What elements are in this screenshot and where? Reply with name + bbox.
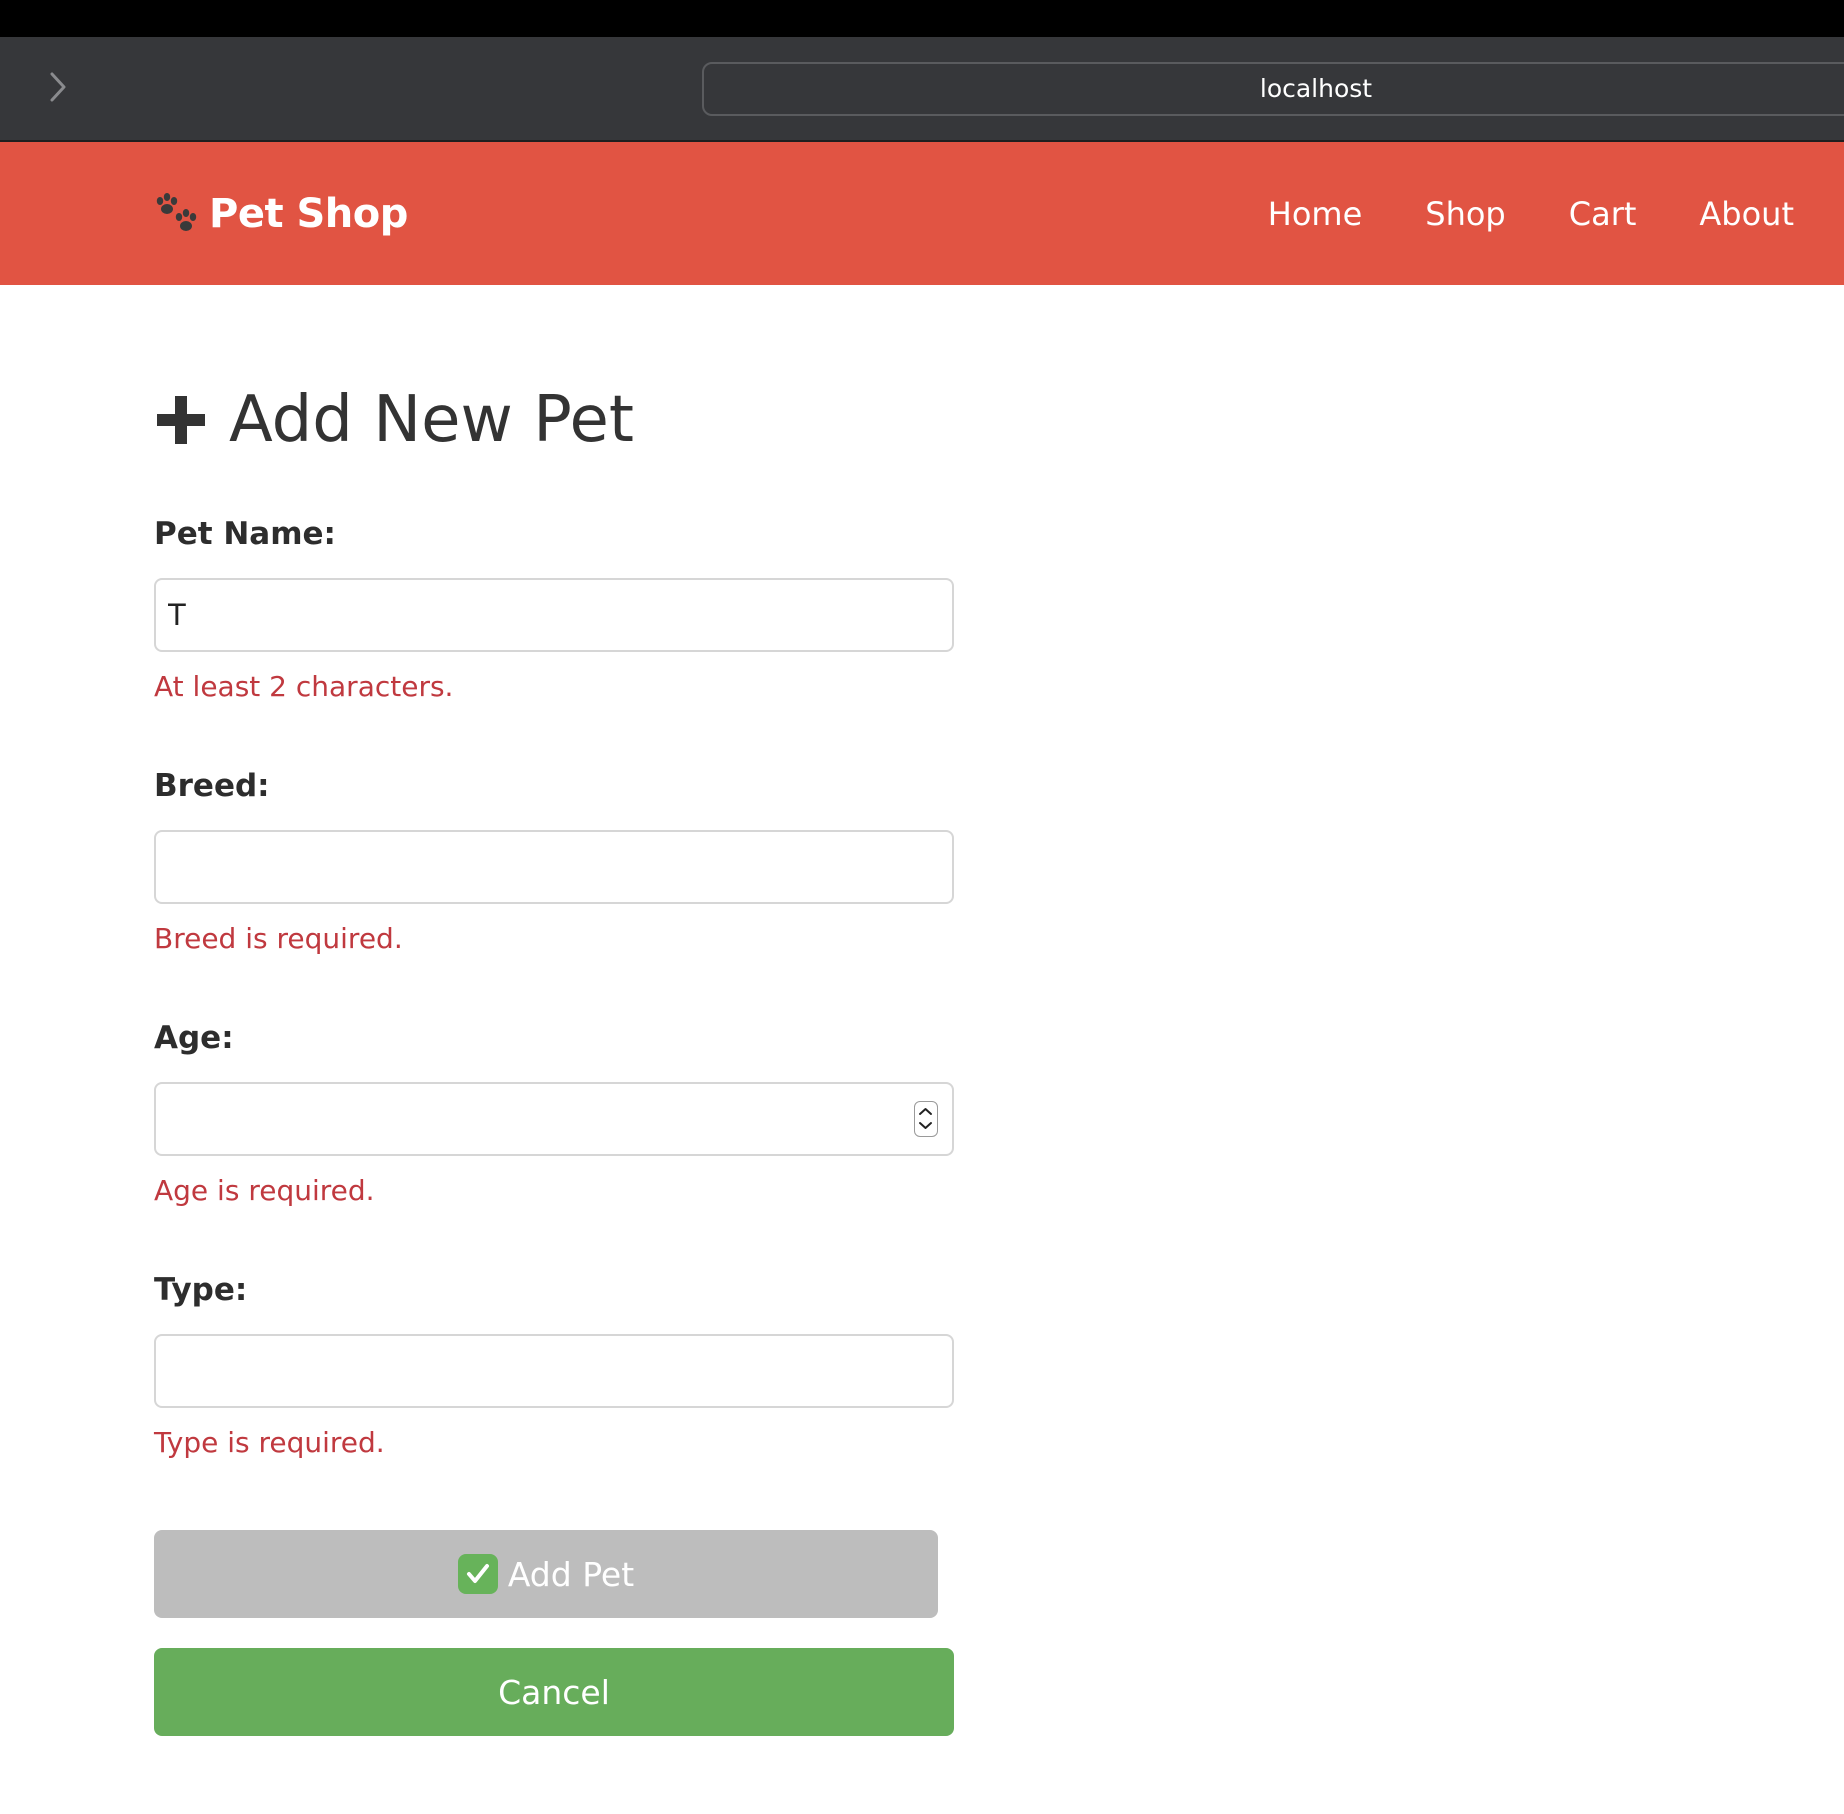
nav-link-shop[interactable]: Shop [1425, 195, 1505, 233]
type-error: Type is required. [154, 1426, 385, 1459]
window-top-strip [0, 0, 1844, 37]
plus-icon [157, 396, 205, 444]
nav-link-about[interactable]: About [1699, 195, 1794, 233]
age-stepper[interactable] [914, 1101, 938, 1137]
nav-link-cart[interactable]: Cart [1569, 195, 1637, 233]
nav-link-home[interactable]: Home [1268, 195, 1363, 233]
paw-prints-icon [156, 192, 197, 231]
nav-links: Home Shop Cart About [1205, 142, 1794, 285]
add-pet-button-label: Add Pet [507, 1554, 635, 1594]
page-title-text: Add New Pet [229, 383, 634, 457]
address-text: localhost [1259, 74, 1373, 103]
age-label: Age: [154, 1020, 234, 1056]
check-mark-button-icon [457, 1554, 498, 1594]
cancel-button[interactable]: Cancel [154, 1648, 954, 1736]
breed-error: Breed is required. [154, 922, 403, 955]
page-title: Add New Pet [155, 380, 634, 460]
age-input[interactable] [154, 1082, 954, 1156]
breed-label: Breed: [154, 768, 270, 804]
breed-input[interactable] [154, 830, 954, 904]
pet-name-error: At least 2 characters. [154, 670, 454, 703]
pet-name-label: Pet Name: [154, 516, 336, 552]
type-input[interactable] [154, 1334, 954, 1408]
forward-button[interactable] [38, 67, 78, 107]
pet-name-input[interactable] [154, 578, 954, 652]
browser-toolbar: localhost [0, 37, 1844, 142]
age-error: Age is required. [154, 1174, 375, 1207]
chevron-right-icon [50, 72, 66, 102]
type-label: Type: [154, 1272, 248, 1308]
address-bar[interactable]: localhost [702, 62, 1844, 116]
stepper-arrows-icon [919, 1108, 932, 1129]
brand-name: Pet Shop [209, 190, 408, 237]
site-navbar: Pet Shop Home Shop Cart About [0, 142, 1844, 285]
add-pet-button[interactable]: Add Pet [154, 1530, 938, 1618]
brand-logo[interactable]: Pet Shop [153, 142, 408, 285]
